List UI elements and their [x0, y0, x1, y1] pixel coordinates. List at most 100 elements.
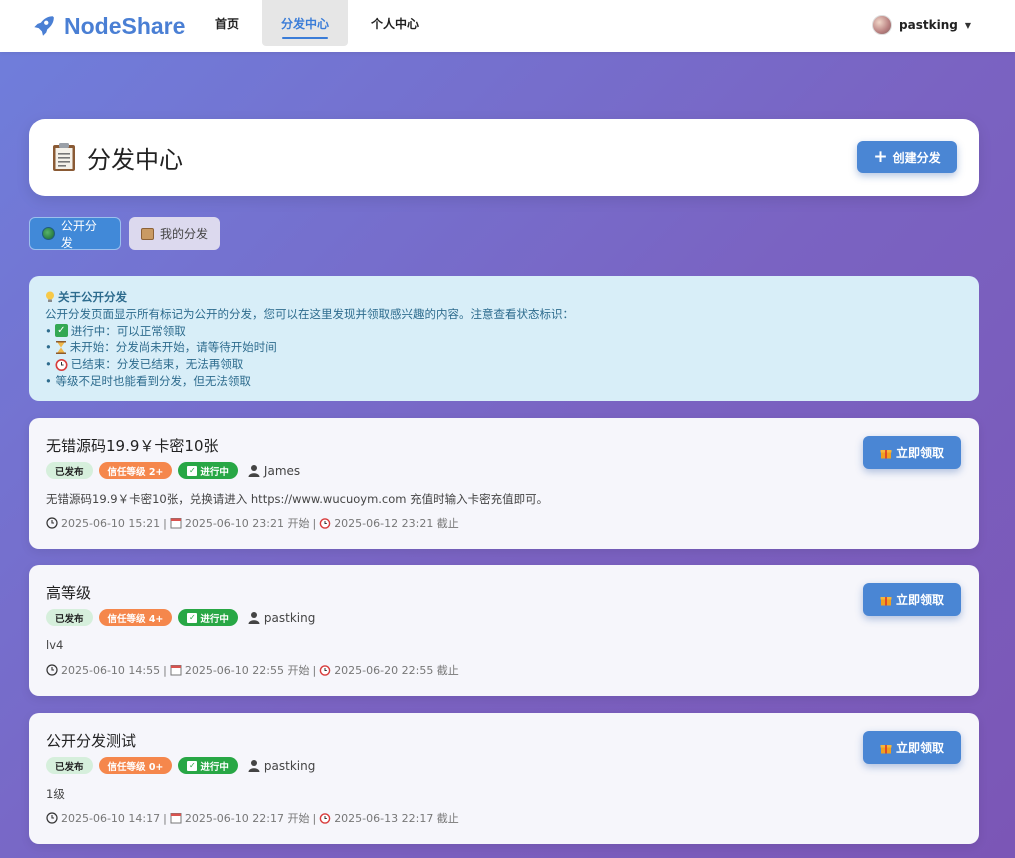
nav-profile[interactable]: 个人中心: [360, 0, 430, 46]
info-box: 关于公开分发 公开分发页面显示所有标记为公开的分发，您可以在这里发现并领取感兴趣…: [29, 276, 979, 401]
tab-my-distribution[interactable]: 我的分发: [129, 217, 220, 250]
avatar: [872, 15, 893, 35]
username: pastking: [899, 18, 958, 32]
card-meta: 2025-06-10 14:55 | 2025-06-10 22:55 开始 |…: [46, 662, 459, 678]
info-item-not-started: • 未开始：分发尚未开始，请等待开始时间: [45, 339, 963, 356]
info-title: 关于公开分发: [45, 289, 963, 306]
status-badge: ✓ 进行中: [178, 609, 238, 626]
tab-public-distribution[interactable]: 公开分发: [29, 217, 121, 250]
page-header-card: 分发中心 + 创建分发: [29, 119, 979, 196]
alarm-clock-icon: [319, 518, 331, 529]
end-time: 2025-06-20 22:55 截止: [334, 664, 459, 677]
created-time: 2025-06-10 15:21: [61, 516, 161, 530]
published-badge: 已发布: [46, 609, 93, 626]
status-badge-text: 进行中: [200, 613, 229, 625]
clipboard-icon: [53, 143, 75, 171]
info-item-text: 进行中：可以正常领取: [70, 323, 186, 338]
rocket-icon: [34, 16, 54, 36]
create-distribution-label: 创建分发: [892, 150, 941, 165]
status-badge: ✓ 进行中: [178, 757, 238, 774]
separator: |: [312, 663, 317, 677]
separator: |: [312, 516, 317, 530]
claim-button-label: 立即领取: [895, 446, 944, 460]
card-meta: 2025-06-10 14:17 | 2025-06-10 22:17 开始 |…: [46, 810, 459, 826]
created-time: 2025-06-10 14:17: [61, 811, 161, 825]
published-badge: 已发布: [46, 757, 93, 774]
info-item-text: 已结束：分发已结束，无法再领取: [70, 357, 244, 372]
claim-button[interactable]: 立即领取: [863, 583, 961, 616]
check-icon: ✓: [54, 324, 68, 338]
alarm-clock-icon: [319, 813, 331, 824]
distribution-card: 公开分发测试 已发布 信任等级 0+ ✓ 进行中 pastking 1级 202…: [29, 713, 979, 844]
published-badge: 已发布: [46, 462, 93, 479]
tab-public-label: 公开分发: [60, 218, 97, 250]
info-intro: 公开分发页面显示所有标记为公开的分发，您可以在这里发现并领取感兴趣的内容。注意查…: [45, 306, 574, 321]
globe-icon: [42, 227, 55, 240]
claim-button[interactable]: 立即领取: [863, 436, 961, 469]
bullet: •: [45, 357, 52, 372]
user-icon: [248, 760, 260, 772]
card-meta: 2025-06-10 15:21 | 2025-06-10 23:21 开始 |…: [46, 515, 459, 531]
card-badges: 已发布 信任等级 0+ ✓ 进行中 pastking: [46, 757, 315, 774]
card-title: 公开分发测试: [46, 732, 137, 750]
page-title: 分发中心: [51, 139, 183, 175]
alarm-clock-icon: [55, 359, 68, 372]
page-title-text: 分发中心: [87, 145, 183, 174]
clock-icon: [46, 812, 58, 824]
chevron-down-icon: ▼: [964, 20, 971, 30]
tab-mine-label: 我的分发: [160, 227, 209, 241]
nav-distribution-center[interactable]: 分发中心: [262, 0, 348, 46]
gift-icon: [880, 744, 892, 753]
brand-logo[interactable]: NodeShare: [30, 6, 185, 46]
alarm-clock-icon: [319, 665, 331, 676]
card-description: 1级: [46, 787, 65, 801]
card-owner: James: [248, 464, 300, 478]
card-badges: 已发布 信任等级 2+ ✓ 进行中 James: [46, 462, 300, 479]
calendar-icon: [170, 813, 182, 824]
card-title: 无错源码19.9￥卡密10张: [46, 437, 219, 455]
package-icon: [141, 227, 154, 240]
start-time: 2025-06-10 22:17 开始: [184, 812, 310, 825]
card-title: 高等级: [46, 584, 92, 602]
info-item-ended: • 已结束：分发已结束，无法再领取: [45, 356, 963, 373]
info-item-running: • ✓ 进行中：可以正常领取: [45, 323, 963, 340]
lightbulb-icon: [46, 291, 54, 303]
bullet: •: [45, 323, 52, 338]
card-description: lv4: [46, 638, 64, 652]
start-time: 2025-06-10 22:55 开始: [184, 664, 310, 677]
card-badges: 已发布 信任等级 4+ ✓ 进行中 pastking: [46, 609, 315, 626]
clock-icon: [46, 517, 58, 529]
card-owner: pastking: [248, 611, 315, 625]
create-distribution-button[interactable]: + 创建分发: [857, 141, 957, 173]
claim-button[interactable]: 立即领取: [863, 731, 961, 764]
brand-name: NodeShare: [64, 12, 186, 39]
calendar-icon: [170, 665, 182, 676]
user-menu[interactable]: pastking ▼: [872, 13, 971, 37]
nav-home[interactable]: 首页: [200, 0, 254, 46]
claim-button-label: 立即领取: [895, 593, 944, 607]
status-badge-text: 进行中: [200, 466, 229, 478]
separator: |: [312, 811, 317, 825]
separator: |: [163, 811, 167, 825]
hourglass-icon: [55, 341, 66, 355]
separator: |: [163, 516, 167, 530]
status-badge: ✓ 进行中: [178, 462, 238, 479]
card-description: 无错源码19.9￥卡密10张，兑换请进入 https://www.wucuoym…: [46, 492, 549, 506]
distribution-card: 无错源码19.9￥卡密10张 已发布 信任等级 2+ ✓ 进行中 James 无…: [29, 418, 979, 549]
bullet: •: [45, 340, 52, 355]
card-owner: pastking: [248, 759, 315, 773]
user-icon: [248, 612, 260, 624]
owner-name: pastking: [263, 758, 316, 773]
start-time: 2025-06-10 23:21 开始: [184, 517, 310, 530]
info-item-level: • 等级不足时也能看到分发，但无法领取: [45, 373, 251, 388]
trust-level-badge: 信任等级 4+: [98, 609, 173, 626]
owner-name: pastking: [263, 610, 316, 625]
calendar-icon: [170, 518, 182, 529]
created-time: 2025-06-10 14:55: [61, 663, 161, 677]
end-time: 2025-06-13 22:17 截止: [334, 812, 459, 825]
status-badge-text: 进行中: [200, 761, 229, 773]
distribution-card: 高等级 已发布 信任等级 4+ ✓ 进行中 pastking lv4 2025-…: [29, 565, 979, 696]
owner-name: James: [263, 463, 301, 478]
trust-level-badge: 信任等级 0+: [98, 757, 173, 774]
check-icon: ✓: [187, 612, 198, 623]
